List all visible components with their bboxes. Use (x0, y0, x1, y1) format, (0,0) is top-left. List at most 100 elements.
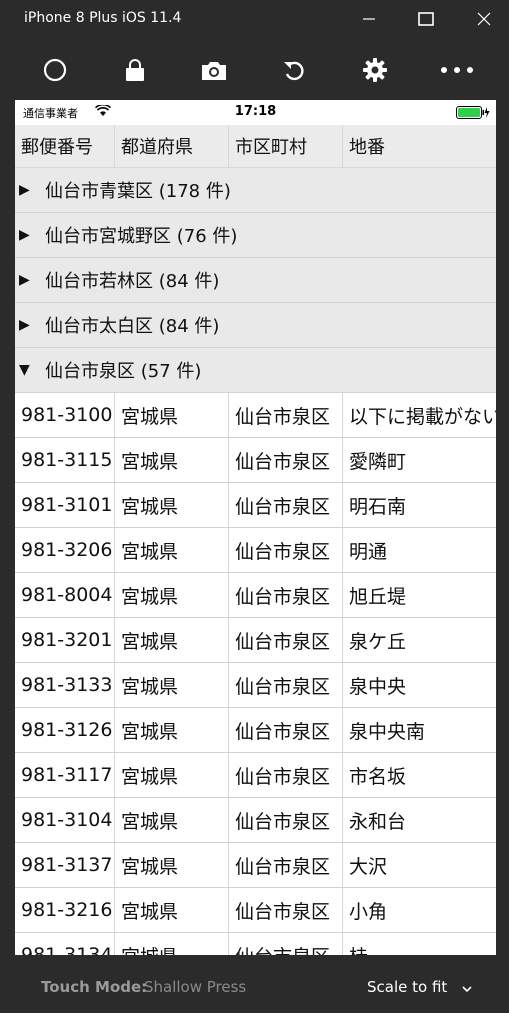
prefecture-cell: 宮城県 (115, 573, 229, 617)
address-cell: 桂 (343, 933, 496, 956)
prefecture-cell: 宮城県 (115, 708, 229, 752)
group-row[interactable]: ▶ 仙台市宮城野区 (76 件) (15, 213, 496, 258)
address-cell: 愛隣町 (349, 450, 407, 473)
postal-code-cell: 981-3101 (15, 483, 115, 527)
camera-icon[interactable] (196, 52, 232, 88)
table-body: 981-3100 宮城県 仙台市泉区 以下に掲載がない 981-3115 宮城県 仙台市泉区… (15, 393, 496, 955)
city-cell: 仙台市泉区 (229, 528, 343, 572)
city-cell: 仙台市泉区 (229, 933, 343, 955)
group-label: 仙台市泉区 (57 件) (45, 361, 202, 382)
group-label: 仙台市青葉区 (178 件) (45, 181, 231, 202)
touch-mode-value[interactable]: Shallow Press (144, 978, 246, 996)
city-cell: 仙台市泉区 (229, 393, 343, 437)
postal-code-cell: 981-3117 (15, 753, 115, 797)
expand-triangle-icon: ▶ (19, 317, 30, 333)
address-cell: 明石南 (349, 495, 407, 518)
prefecture-cell: 宮城県 (115, 393, 229, 437)
window-title: iPhone 8 Plus iOS 11.4 (24, 10, 182, 26)
address-cell: 泉ケ丘 (349, 630, 407, 653)
prefecture-cell: 宮城県 (115, 618, 229, 662)
maximize-icon[interactable] (408, 4, 444, 34)
table-row[interactable]: 981-8004 宮城県 仙台市泉区 旭丘堤 (15, 573, 496, 618)
simulator-bottom-bar: Touch Mode: Shallow Press Scale to fit (0, 955, 509, 1013)
table-row[interactable]: 981-3134宮城県仙台市泉区桂 (15, 933, 496, 955)
column-header-city[interactable]: 市区町村 (229, 125, 343, 167)
postal-code-cell: 981-3201 (15, 618, 115, 662)
prefecture-cell: 宮城県 (115, 438, 229, 482)
chevron-down-icon (462, 979, 472, 997)
table-row[interactable]: 981-3137 宮城県 仙台市泉区 大沢 (15, 843, 496, 888)
address-cell: 永和台 (349, 810, 407, 833)
touch-mode-label: Touch Mode: (41, 978, 148, 996)
group-row-expanded[interactable]: ▼ 仙台市泉区 (57 件) (15, 348, 496, 393)
collapse-triangle-icon: ▼ (19, 362, 30, 378)
postal-code-cell: 981-3216 (15, 888, 115, 932)
prefecture-cell: 宮城県 (115, 483, 229, 527)
city-cell: 仙台市泉区 (229, 843, 343, 887)
ios-status-bar: 通信事業者 17:18 (15, 100, 496, 125)
battery-icon (456, 106, 490, 122)
table-row[interactable]: 981-3133 宮城県 仙台市泉区 泉中央 (15, 663, 496, 708)
group-row[interactable]: ▶ 仙台市青葉区 (178 件) (15, 168, 496, 213)
address-cell: 泉中央 (349, 675, 407, 698)
city-cell: 仙台市泉区 (229, 798, 343, 842)
expand-triangle-icon: ▶ (19, 227, 30, 243)
status-time: 17:18 (234, 104, 277, 119)
group-row[interactable]: ▶ 仙台市若林区 (84 件) (15, 258, 496, 303)
postal-code-cell: 981-3137 (15, 843, 115, 887)
postal-code-cell: 981-3100 (15, 393, 115, 437)
simulator-toolbar (0, 38, 509, 100)
prefecture-cell: 宮城県 (115, 843, 229, 887)
prefecture-cell: 宮城県 (115, 753, 229, 797)
postal-code-cell: 981-3206 (15, 528, 115, 572)
scale-label: Scale to fit (367, 978, 448, 996)
table-row[interactable]: 981-3101 宮城県 仙台市泉区 明石南 (15, 483, 496, 528)
table-row[interactable]: 981-3115 宮城県 仙台市泉区 愛隣町 (15, 438, 496, 483)
prefecture-cell: 宮城県 (115, 933, 229, 955)
column-header-address[interactable]: 地番 (343, 125, 496, 167)
address-cell: 明通 (349, 540, 388, 563)
city-cell: 仙台市泉区 (229, 753, 343, 797)
address-cell: 市名坂 (349, 765, 407, 788)
postal-code-cell: 981-3126 (15, 708, 115, 752)
address-cell: 以下に掲載がない (349, 405, 496, 428)
group-label: 仙台市太白区 (84 件) (45, 316, 220, 337)
lock-icon[interactable] (117, 52, 153, 88)
address-cell: 小角 (349, 900, 388, 923)
table-row[interactable]: 981-3100 宮城県 仙台市泉区 以下に掲載がない (15, 393, 496, 438)
gear-icon[interactable] (357, 52, 393, 88)
rotate-icon[interactable] (276, 52, 312, 88)
city-cell: 仙台市泉区 (229, 708, 343, 752)
postal-code-cell: 981-3134 (15, 933, 115, 955)
column-header-postal-code[interactable]: 郵便番号 (15, 125, 115, 167)
prefecture-cell: 宮城県 (115, 663, 229, 707)
minimize-icon[interactable] (351, 4, 387, 34)
address-table: 郵便番号 都道府県 市区町村 地番 ▶ 仙台市青葉区 (178 件) ▶ 仙台市… (15, 125, 496, 955)
expand-triangle-icon: ▶ (19, 182, 30, 198)
home-icon[interactable] (37, 52, 73, 88)
prefecture-cell: 宮城県 (115, 528, 229, 572)
table-row[interactable]: 981-3206 宮城県 仙台市泉区 明通 (15, 528, 496, 573)
group-row[interactable]: ▶ 仙台市太白区 (84 件) (15, 303, 496, 348)
prefecture-cell: 宮城県 (115, 888, 229, 932)
table-row[interactable]: 981-3126 宮城県 仙台市泉区 泉中央南 (15, 708, 496, 753)
window-titlebar: iPhone 8 Plus iOS 11.4 (0, 0, 509, 38)
postal-code-cell: 981-3104 (15, 798, 115, 842)
city-cell: 仙台市泉区 (229, 438, 343, 482)
table-row[interactable]: 981-3201 宮城県 仙台市泉区 泉ケ丘 (15, 618, 496, 663)
close-icon[interactable] (466, 4, 502, 34)
table-row[interactable]: 981-3104 宮城県 仙台市泉区 永和台 (15, 798, 496, 843)
group-label: 仙台市若林区 (84 件) (45, 271, 220, 292)
postal-code-cell: 981-3133 (15, 663, 115, 707)
column-header-prefecture[interactable]: 都道府県 (115, 125, 229, 167)
scale-dropdown[interactable]: Scale to fit (367, 978, 472, 997)
city-cell: 仙台市泉区 (229, 663, 343, 707)
table-row[interactable]: 981-3216 宮城県 仙台市泉区 小角 (15, 888, 496, 933)
address-cell: 大沢 (349, 855, 388, 878)
prefecture-cell: 宮城県 (115, 798, 229, 842)
city-cell: 仙台市泉区 (229, 888, 343, 932)
more-icon[interactable] (439, 52, 475, 88)
table-row[interactable]: 981-3117 宮城県 仙台市泉区 市名坂 (15, 753, 496, 798)
city-cell: 仙台市泉区 (229, 618, 343, 662)
expand-triangle-icon: ▶ (19, 272, 30, 288)
